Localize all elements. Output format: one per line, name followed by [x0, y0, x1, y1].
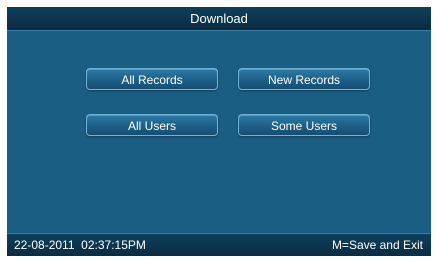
- new-records-button[interactable]: New Records: [238, 68, 370, 90]
- page-title: Download: [190, 11, 248, 26]
- button-panel: All Records New Records All Users Some U…: [7, 31, 431, 232]
- datetime-display: 22-08-2011 02:37:15PM: [14, 238, 146, 252]
- title-bar: Download: [7, 7, 431, 31]
- some-users-button[interactable]: Some Users: [238, 114, 370, 136]
- device-screen: Download All Records New Records All Use…: [7, 7, 431, 256]
- all-records-button[interactable]: All Records: [86, 68, 218, 90]
- save-exit-hint: M=Save and Exit: [331, 238, 423, 252]
- status-bar: 22-08-2011 02:37:15PM M=Save and Exit: [7, 233, 431, 256]
- all-users-button[interactable]: All Users: [86, 114, 218, 136]
